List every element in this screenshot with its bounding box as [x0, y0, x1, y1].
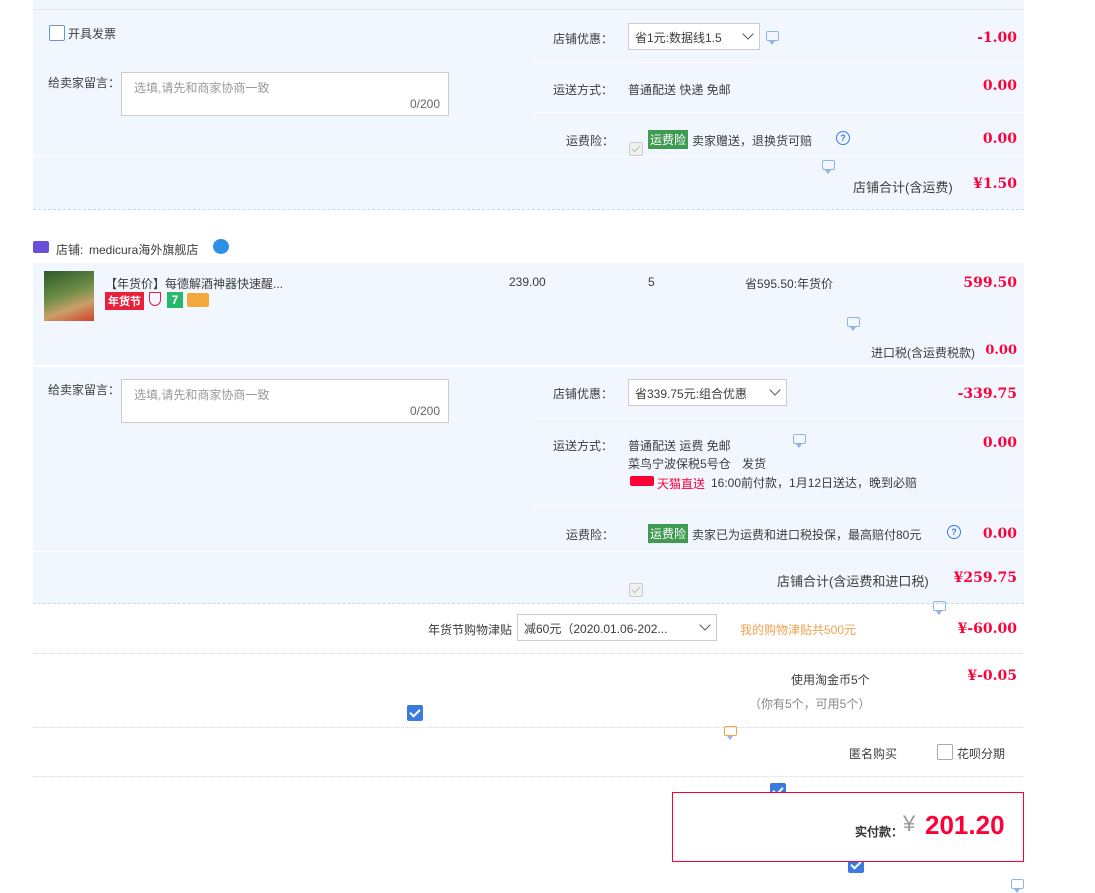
shipping-amount: 0.00 — [982, 78, 1017, 94]
discount-select-value: 省1元:数据线1.5 — [635, 31, 722, 45]
card-icon — [187, 293, 209, 307]
discount-label: 店铺优惠： — [553, 387, 614, 401]
insurance-text: 卖家赠送，退换货可赔 — [692, 134, 813, 148]
divider — [33, 776, 1024, 777]
divider — [33, 551, 1024, 552]
shipping-label: 运送方式： — [553, 439, 614, 453]
note-placeholder: 选填,请先和商家协商一致 — [134, 81, 270, 95]
divider — [33, 653, 1024, 654]
insurance-tag: 运费险 — [648, 524, 689, 543]
coins-sub: （你有5个，可用5个） — [749, 697, 871, 711]
coins-amount: ¥-0.05 — [967, 668, 1017, 684]
subsidy-hint: 我的购物津贴共500元 — [740, 623, 857, 637]
shop-total-label: 店铺合计(含运费和进口税) — [777, 574, 929, 589]
wangwang-chat-icon[interactable] — [213, 239, 229, 254]
shop-icon — [33, 241, 49, 253]
item-saving: 省595.50:年货价 — [745, 277, 834, 291]
note-counter: 0/200 — [409, 404, 440, 418]
product-title[interactable]: 【年货价】每德解酒神器快速醒... — [105, 275, 283, 292]
insurance-checkbox — [629, 583, 643, 597]
delivery-note: 16:00前付款，1月12日送达，晚到必赔 — [711, 476, 918, 490]
shop-discount-select[interactable]: 省1元:数据线1.5 — [628, 23, 760, 50]
pay-amount: 201.20 — [925, 810, 1005, 840]
import-tax-value: 0.00 — [985, 343, 1017, 358]
seller-note-input[interactable]: 选填,请先和商家协商一致 0/200 — [121, 379, 449, 423]
warehouse-action: 发货 — [742, 457, 767, 471]
shop-name[interactable]: medicura海外旗舰店 — [89, 241, 198, 258]
anonymous-label: 匿名购买 — [849, 747, 898, 761]
shipping-label: 运送方式： — [553, 83, 614, 97]
insurance-label: 运费险： — [566, 134, 615, 148]
item-subtotal: 599.50 — [963, 275, 1017, 291]
divider — [533, 418, 1024, 419]
divider — [533, 505, 1024, 506]
seven-day-return-icon: 7 — [167, 292, 183, 308]
insurance-text: 卖家已为运费和进口税投保，最高赔付80元 — [692, 528, 922, 542]
coins-label: 使用淘金币5个 — [791, 673, 870, 687]
warehouse-name: 菜鸟宁波保税5号仓 — [628, 457, 731, 471]
chevron-down-icon — [742, 28, 754, 40]
shop-discount-select[interactable]: 省339.75元:组合优惠 — [628, 379, 787, 406]
subsidy-amount: ¥-60.00 — [957, 621, 1017, 637]
subsidy-select-value: 减60元（2020.01.06-202... — [524, 622, 668, 636]
insurance-checkbox — [629, 142, 643, 156]
chevron-down-icon — [769, 384, 781, 396]
invoice-checkbox[interactable] — [49, 25, 65, 41]
note-placeholder: 选填,请先和商家协商一致 — [134, 388, 270, 402]
tmall-direct-label: 天猫直送 — [657, 477, 706, 491]
help-icon[interactable]: ? — [836, 131, 850, 145]
note-label: 给卖家留言： — [48, 383, 121, 397]
divider — [533, 62, 1024, 63]
shop-prefix: 店铺: — [56, 243, 84, 257]
help-icon[interactable]: ? — [947, 525, 961, 539]
divider — [33, 209, 1024, 210]
pay-currency: ¥ — [903, 811, 916, 836]
discount-amount: -1.00 — [977, 30, 1017, 46]
shop-total-value: ¥259.75 — [953, 570, 1017, 586]
subsidy-checkbox[interactable] — [407, 705, 423, 721]
insurance-tag: 运费险 — [648, 130, 689, 149]
chevron-down-icon — [699, 619, 711, 631]
discount-amount: -339.75 — [957, 386, 1017, 402]
subsidy-select[interactable]: 减60元（2020.01.06-202... — [517, 614, 717, 641]
note-label: 给卖家留言： — [48, 76, 121, 90]
huabei-checkbox[interactable] — [937, 744, 953, 760]
divider — [33, 603, 1024, 604]
tmall-icon — [630, 476, 654, 486]
product-thumbnail[interactable] — [44, 271, 94, 321]
shipping-amount: 0.00 — [982, 435, 1017, 451]
insurance-label: 运费险： — [566, 528, 615, 542]
discount-select-value: 省339.75元:组合优惠 — [635, 387, 748, 401]
nianhuo-badge: 年货节 — [105, 292, 144, 310]
message-icon[interactable] — [822, 160, 835, 174]
divider — [33, 262, 1024, 263]
message-icon[interactable] — [793, 434, 806, 448]
huabei-label: 花呗分期 — [957, 747, 1006, 761]
shipping-value: 普通配送 运费 免邮 — [628, 439, 731, 453]
import-tax-label: 进口税(含运费税款) — [871, 346, 975, 360]
pay-label: 实付款： — [855, 825, 904, 839]
message-icon[interactable] — [1011, 879, 1024, 893]
item-price: 239.00 — [509, 275, 546, 289]
divider — [33, 727, 1024, 728]
divider — [33, 366, 1024, 367]
invoice-label: 开具发票 — [68, 27, 117, 41]
message-icon[interactable] — [766, 31, 779, 45]
shield-icon — [149, 292, 161, 306]
divider — [33, 156, 1024, 157]
shop-total-label: 店铺合计(含运费) — [853, 180, 953, 195]
shop-total-value: ¥1.50 — [973, 176, 1017, 192]
message-icon[interactable] — [847, 317, 860, 331]
insurance-amount: 0.00 — [982, 526, 1017, 542]
discount-label: 店铺优惠： — [553, 32, 614, 46]
item-quantity: 5 — [648, 275, 655, 289]
shipping-value: 普通配送 快递 免邮 — [628, 83, 731, 97]
subsidy-label: 年货节购物津贴 — [428, 623, 513, 637]
insurance-amount: 0.00 — [982, 131, 1017, 147]
divider — [533, 112, 1024, 113]
note-counter: 0/200 — [409, 97, 440, 111]
seller-note-input[interactable]: 选填,请先和商家协商一致 0/200 — [121, 72, 449, 116]
